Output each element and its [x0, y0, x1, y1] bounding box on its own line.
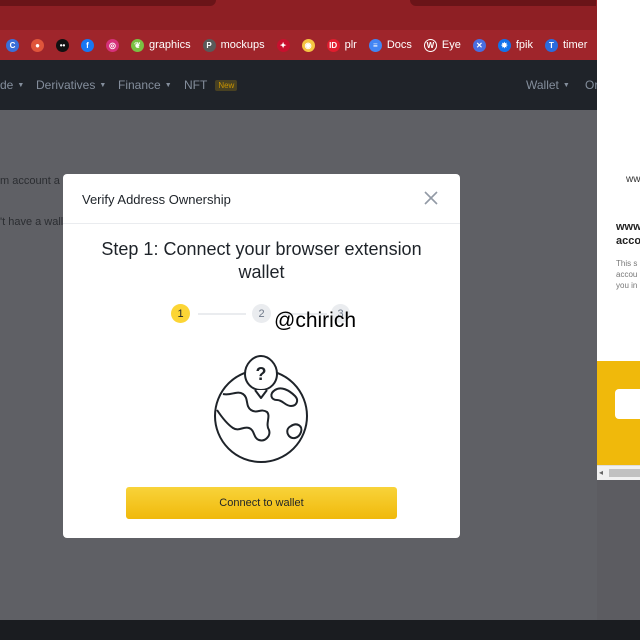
background-text: m account a: [0, 175, 60, 187]
nav-item-label: Finance: [118, 78, 161, 92]
dots-icon: ••: [56, 38, 69, 52]
step-connector: [198, 313, 246, 315]
extension-body: This s: [616, 259, 638, 268]
bookmark-item[interactable]: Pmockups: [202, 38, 265, 52]
connect-wallet-button[interactable]: Connect to wallet: [126, 487, 397, 519]
bookmark-item[interactable]: ◎: [106, 38, 119, 52]
bookmark-item[interactable]: ●: [31, 38, 44, 52]
browser-tab[interactable]: [410, 0, 596, 6]
close-icon[interactable]: [423, 190, 439, 206]
wordpress-icon: W: [423, 38, 437, 52]
bookmark-item[interactable]: Ttimer: [545, 38, 588, 52]
extension-domain: ww: [626, 174, 640, 185]
modal-title: Verify Address Ownership: [82, 192, 231, 207]
bookmark-item[interactable]: ✦: [276, 38, 290, 52]
extension-heading: acco: [616, 235, 640, 247]
pinterest-icon: P: [202, 38, 216, 52]
t-icon: T: [545, 38, 558, 52]
bookmark-item[interactable]: ❦ graphics: [131, 38, 191, 52]
nav-item-finance[interactable]: Finance ▼: [118, 78, 172, 92]
bookmark-label: Docs: [386, 39, 412, 51]
bookmark-item[interactable]: ≡ Docs: [368, 38, 412, 52]
extension-body: accou: [616, 270, 638, 279]
watermark-text: @chirich: [274, 309, 357, 332]
wallet-extension-popup: ww www acco This s accou you in ◂: [597, 0, 640, 480]
step-title: Step 1: Connect your browser extension w…: [101, 239, 422, 282]
new-badge: New: [215, 79, 238, 91]
bottom-bar: [0, 620, 640, 640]
extension-heading: www: [616, 221, 640, 233]
bookmark-item[interactable]: ✸ fpik: [497, 38, 533, 52]
chevron-down-icon: ▼: [17, 81, 25, 89]
c-circle-icon: C: [6, 38, 19, 52]
bookmark-label: fpik: [515, 39, 533, 51]
bookmark-item[interactable]: ✕: [472, 38, 486, 52]
chevron-down-icon: ▼: [562, 81, 570, 89]
extension-action-button[interactable]: [615, 389, 640, 419]
instagram-icon: ◎: [106, 38, 119, 52]
bookmark-item[interactable]: W Eye: [423, 38, 461, 52]
bookmark-label: graphics: [149, 39, 191, 51]
facebook-icon: f: [81, 38, 94, 52]
freepik-icon: ✸: [497, 38, 511, 52]
svg-text:?: ?: [256, 364, 267, 384]
extension-body: you in: [616, 281, 638, 290]
nav-item-derivatives[interactable]: Derivatives ▼: [36, 78, 106, 92]
site-navbar: de ▼ Derivatives ▼ Finance ▼ NFT New Wal…: [0, 60, 598, 110]
bookmark-item[interactable]: f: [81, 38, 94, 52]
chevron-down-icon: ▼: [164, 81, 172, 89]
bookmark-label: timer: [563, 39, 588, 51]
horizontal-scrollbar[interactable]: ◂: [597, 465, 640, 480]
leaf-icon: ❦: [131, 38, 144, 52]
id-icon: ID: [326, 38, 340, 52]
chevron-down-icon: ▼: [99, 81, 107, 89]
scrollbar-thumb[interactable]: [609, 469, 640, 477]
bookmark-item[interactable]: ID plr: [326, 38, 357, 52]
modal-header: Verify Address Ownership: [63, 174, 460, 224]
extension-footer: [597, 361, 640, 465]
globe-question-icon: ?: [214, 354, 308, 463]
docs-icon: ≡: [368, 38, 382, 52]
bookmark-label: mockups: [220, 39, 265, 51]
bookmark-item[interactable]: ◉: [301, 38, 315, 52]
nav-item-label: de: [0, 78, 14, 92]
bookmarks-bar: C ● •• f ◎ ❦ graphics Pmockups ✦ ◉ ID plr ≡ Docs W Eye ✕…: [0, 30, 640, 60]
step-1-indicator: 1: [171, 304, 190, 323]
bookmark-item[interactable]: ••: [56, 38, 69, 52]
nav-item-nft[interactable]: NFT New: [184, 78, 238, 92]
nav-item-label: Derivatives: [36, 78, 96, 92]
scroll-left-icon[interactable]: ◂: [599, 468, 603, 477]
nav-item-label: NFT: [184, 78, 208, 92]
bookmark-item[interactable]: C: [6, 38, 19, 52]
nav-item-partial[interactable]: de ▼: [0, 78, 24, 92]
step-2-indicator: 2: [252, 304, 271, 323]
nav-item-label: Wallet: [526, 78, 559, 92]
background-text: 't have a wall: [0, 216, 64, 228]
nav-item-wallet[interactable]: Wallet ▼: [526, 78, 570, 92]
x-logo-icon: ✕: [472, 38, 486, 52]
red-logo-icon: ✦: [276, 38, 290, 52]
bookmark-label: plr: [344, 39, 357, 51]
browser-tab[interactable]: [0, 0, 216, 6]
browser-tab-strip: [0, 0, 640, 30]
bookmark-label: Eye: [441, 39, 461, 51]
chrome-icon: ●: [31, 38, 44, 52]
verify-address-modal: Verify Address Ownership Step 1: Connect…: [63, 174, 460, 538]
eye-logo-icon: ◉: [301, 38, 315, 52]
